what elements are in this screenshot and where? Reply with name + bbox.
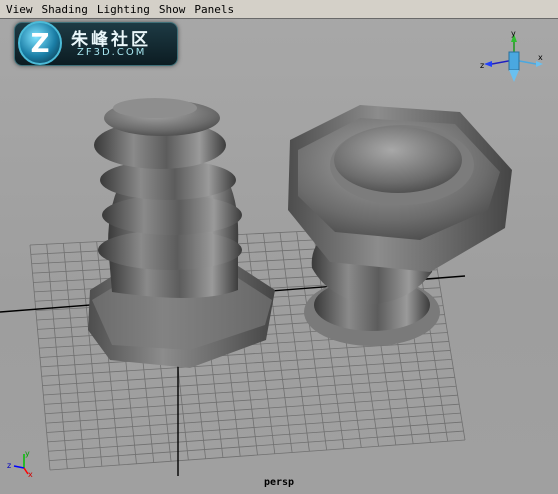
screw-model: [88, 98, 275, 368]
corner-z-label: z: [7, 461, 11, 470]
logo-english-text: ZF3D.COM: [77, 47, 147, 58]
menu-lighting[interactable]: Lighting: [97, 3, 150, 16]
view-cube-z-label: z: [480, 61, 484, 70]
grid-line: [47, 412, 461, 443]
grid-line: [48, 421, 463, 452]
menu-shading[interactable]: Shading: [42, 3, 88, 16]
view-cube-x-label: x: [538, 53, 543, 62]
menu-show[interactable]: Show: [159, 3, 186, 16]
corner-y-label: y: [25, 449, 30, 458]
grid-line: [262, 233, 293, 453]
corner-axis-icon: y z x: [7, 449, 33, 479]
camera-label: persp: [263, 477, 295, 488]
bolt-model: [288, 105, 512, 346]
site-logo-watermark: Z 朱峰社区 ZF3D.COM: [14, 21, 178, 66]
grid-line: [46, 403, 460, 433]
grid-line: [49, 439, 466, 471]
logo-badge-icon: Z: [18, 21, 62, 65]
grid-line: [279, 232, 310, 452]
perspective-viewport[interactable]: View Shading Lighting Show Panels Z 朱峰社区…: [0, 0, 558, 494]
menu-view[interactable]: View: [6, 3, 33, 16]
menu-panels[interactable]: Panels: [194, 3, 234, 16]
view-cube-icon[interactable]: y z x: [478, 30, 546, 90]
grid-line: [49, 430, 464, 462]
viewport-scene[interactable]: [0, 0, 558, 494]
view-cube-y-label: y: [511, 30, 516, 38]
panel-menubar: View Shading Lighting Show Panels: [0, 0, 558, 19]
